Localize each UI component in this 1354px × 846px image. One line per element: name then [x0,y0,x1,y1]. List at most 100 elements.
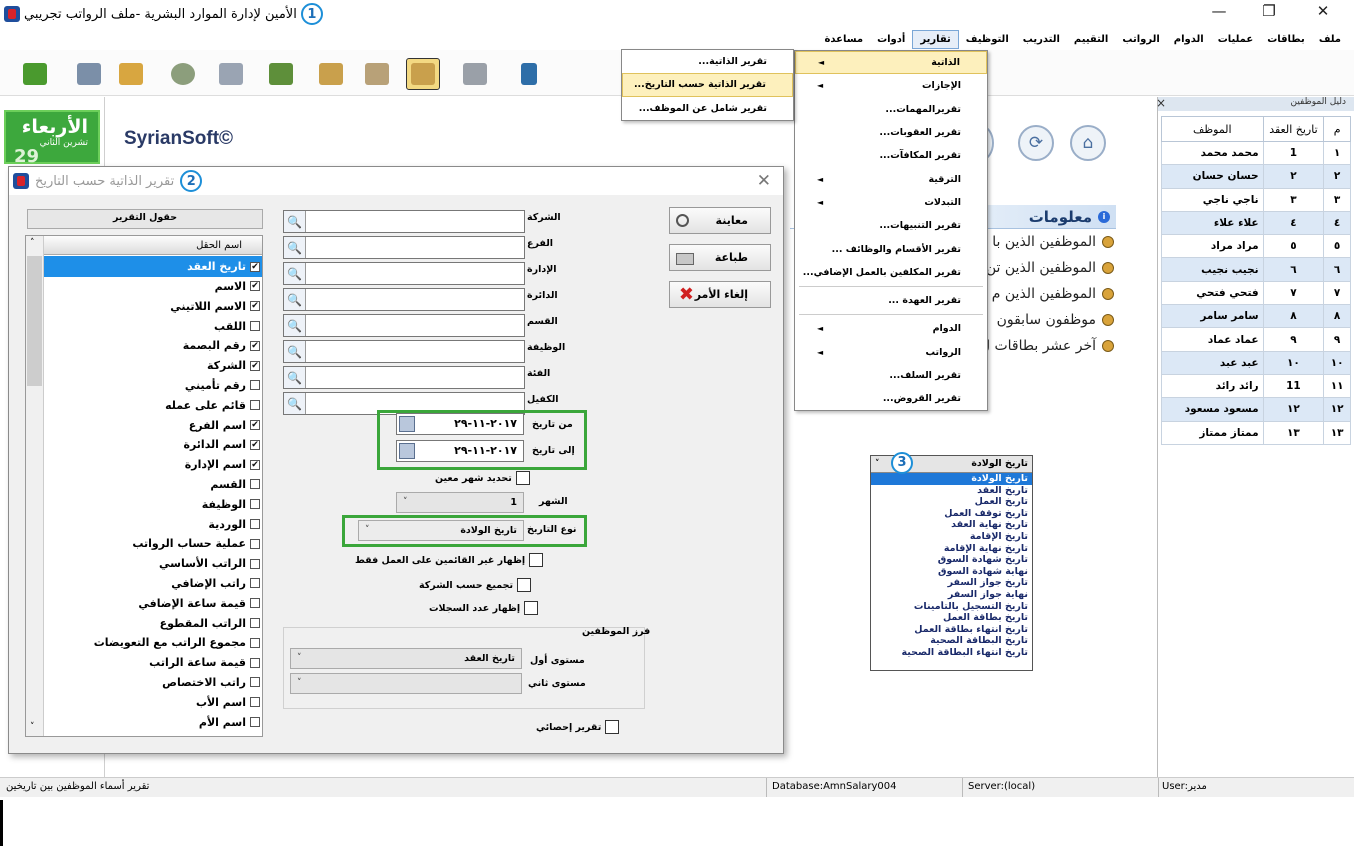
reports-menu-item[interactable]: تقرير التنبيهات... [795,214,987,237]
filter-input[interactable]: 🔍 [283,236,525,259]
field-list-item[interactable]: راتب الاختصاص [44,672,262,693]
folder-tags-icon[interactable] [360,58,394,90]
fields-scrollbar[interactable]: ˄ ˅ [26,236,44,736]
date-type-option[interactable]: تاريخ نهاية العقد [871,519,1032,531]
date-type-option[interactable]: تاريخ التسجيل بالتأمينات [871,601,1032,613]
month-select[interactable]: 1 ˅ [396,492,524,513]
statistical-report-checkbox[interactable] [605,720,620,734]
search-icon[interactable]: 🔍 [284,289,306,310]
reports-menu-item[interactable]: تقرير العهدة ... [795,289,987,312]
field-list-item[interactable]: الراتب الأساسي [44,553,262,574]
field-checkbox[interactable]: ✔ [250,360,260,371]
field-checkbox[interactable]: ✔ [250,439,260,450]
date-type-option[interactable]: تاريخ جواز السفر [871,577,1032,589]
table-row[interactable]: ١١ 11 رائد رائد [1161,373,1351,399]
info-line[interactable]: موظفون سابقون [997,312,1114,328]
table-row[interactable]: ٥ ٥ مراد مراد [1161,234,1351,259]
menu-3[interactable]: الدوام [1167,31,1211,48]
search-icon[interactable]: 🔍 [284,393,306,414]
reports-menu-item[interactable]: تقريرالمهمات... [795,98,987,121]
field-checkbox[interactable] [250,618,260,629]
table-row[interactable]: ١٣ ١٣ ممتاز ممتاز [1161,420,1351,445]
menu-0[interactable]: ملف [1312,31,1348,48]
date-type-dropdown-header[interactable]: تاريخ الولادة ˅ 3 [871,452,1032,474]
self-submenu-item[interactable]: تقرير الذاتية... [622,50,793,73]
reports-menu-item[interactable]: تقرير العقوبات... [795,121,987,144]
table-row[interactable]: ٤ ٤ علاء علاء [1161,210,1351,236]
field-checkbox[interactable] [250,578,260,589]
field-checkbox[interactable] [250,479,260,490]
field-checkbox[interactable] [250,538,260,549]
filter-input[interactable]: 🔍 [283,340,525,363]
field-list-item[interactable]: ✔ اسم الفرع [44,414,262,435]
field-list-item[interactable]: ✔ الاسم [44,276,262,297]
date-type-option[interactable]: تاريخ الإقامة [871,531,1032,543]
field-list-item[interactable]: ✔ تاريخ العقد [44,256,262,278]
reports-menu-item[interactable]: تقرير القروض... [795,387,987,410]
table-row[interactable]: ٦ ٦ نجيب نجيب [1161,257,1351,282]
info-line[interactable]: الموظفين الذين با [992,234,1114,250]
menu-1[interactable]: بطاقات [1260,31,1312,48]
specific-month-checkbox[interactable] [515,471,530,485]
refresh-icon[interactable] [18,58,52,90]
panel-close-icon[interactable]: × [1156,96,1166,110]
table-row[interactable]: ١٠ ١٠ عبد عبد [1161,350,1351,375]
field-checkbox[interactable] [250,400,260,411]
field-list-item[interactable]: ✔ الشركة [44,355,262,376]
field-list-item[interactable]: الوظيفة [44,494,262,515]
field-list-item[interactable]: اسم الأب [44,692,262,713]
field-checkbox[interactable] [250,717,260,728]
menu-4[interactable]: الرواتب [1115,31,1166,48]
field-checkbox[interactable] [250,657,260,668]
employee-card-icon[interactable] [72,58,106,90]
field-list-item[interactable]: قيمة ساعة الراتب [44,652,262,673]
preview-button[interactable]: معاينة [669,207,771,234]
field-list-item[interactable]: ✔ رقم البصمة [44,335,262,356]
maximize-button[interactable]: ❐ [1246,2,1292,20]
table-row[interactable]: ١ 1 محمد محمد [1161,140,1351,166]
date-type-dropdown-list[interactable]: تاريخ الولادة ˅ 3 تاريخ الولادة تاريخ الع… [870,452,1033,671]
date-type-option[interactable]: تاريخ شهادة السوق [871,554,1032,566]
not-working-option[interactable]: إظهار غير القائمين على العمل فقط [355,553,544,567]
scroll-down-icon[interactable]: ˅ [30,722,35,732]
filter-input[interactable]: 🔍 [283,366,525,389]
field-checkbox[interactable] [250,598,260,609]
field-checkbox[interactable] [250,499,260,510]
filter-input[interactable]: 🔍 [283,288,525,311]
dialog-close-button[interactable]: ✕ [757,171,771,191]
refresh-round-icon[interactable]: ⟳ [1018,125,1054,161]
show-count-checkbox[interactable] [524,601,539,615]
date-type-option[interactable]: تاريخ انتهاء البطاقة الصحية [871,647,1032,659]
field-list-item[interactable]: ✔ اسم الإدارة [44,454,262,475]
chevron-down-icon[interactable]: ˅ [297,649,302,668]
self-submenu-item[interactable]: تقرير الذاتية حسب التاريخ... [622,73,793,97]
menu-10[interactable]: مساعدة [817,31,870,48]
date-type-option[interactable]: تاريخ نهاية الإقامة [871,543,1032,555]
group-company-checkbox[interactable] [517,578,532,592]
field-list-item[interactable]: القسم [44,474,262,495]
reports-menu-item[interactable]: الذاتية ◄ [795,51,987,75]
field-list-item[interactable]: الوردية [44,513,262,534]
info-line[interactable]: الموظفين الذين تن [986,260,1114,276]
field-checkbox[interactable] [250,697,260,708]
group-company-option[interactable]: تجميع حسب الشركة [419,578,532,592]
table-row[interactable]: ١٢ ١٢ مسعود مسعود [1161,397,1351,422]
date-type-option[interactable]: تاريخ العمل [871,496,1032,508]
filter-input[interactable]: 🔍 [283,314,525,337]
field-checkbox[interactable] [250,380,260,391]
filter-input[interactable]: 🔍 [283,210,525,233]
folder-books-icon[interactable] [314,58,348,90]
self-submenu-item[interactable]: تقرير شامل عن الموظف... [622,97,793,120]
scroll-up-icon[interactable]: ˄ [30,238,35,248]
field-list-item[interactable]: اسم الأم [44,711,262,732]
info-line[interactable]: الموظفين الذين م [992,286,1114,302]
field-checkbox[interactable] [250,677,260,688]
field-list-item[interactable]: قيمة ساعة الإضافي [44,593,262,614]
reports-menu-item[interactable]: التبدلات ◄ [795,191,987,214]
chevron-down-icon[interactable]: ˅ [365,521,370,540]
field-list-item[interactable]: عملية حساب الرواتب [44,533,262,554]
calendar-icon[interactable] [399,443,415,459]
calendar-clock-icon[interactable] [214,58,248,90]
chevron-down-icon[interactable]: ˅ [875,456,880,472]
filter-input[interactable]: 🔍 [283,262,525,285]
